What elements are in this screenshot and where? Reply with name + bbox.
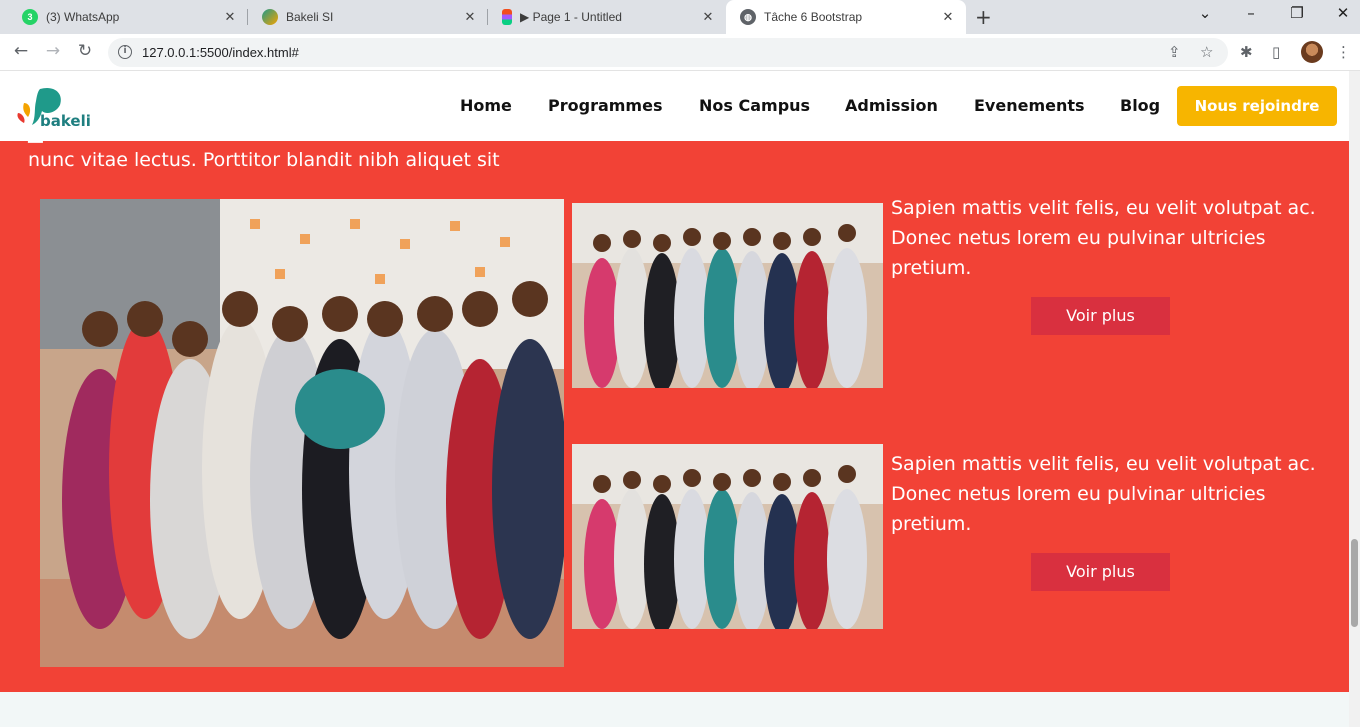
tab-whatsapp[interactable]: 3 (3) WhatsApp ✕ bbox=[8, 0, 248, 34]
tab-title: Bakeli SI bbox=[286, 10, 334, 24]
group-photo-small-1 bbox=[572, 203, 883, 388]
whatsapp-icon: 3 bbox=[22, 9, 38, 25]
nav-nos-campus[interactable]: Nos Campus bbox=[699, 96, 810, 115]
side-panel-icon[interactable]: ▯ bbox=[1272, 43, 1280, 61]
gallery-section: ▁ nunc vitae lectus. Porttitor blandit n… bbox=[0, 141, 1349, 692]
tab-title: (3) WhatsApp bbox=[46, 10, 120, 24]
forward-arrow-icon[interactable]: → bbox=[42, 41, 64, 61]
logo-text: bakeli bbox=[40, 112, 91, 130]
tab-title: Tâche 6 Bootstrap bbox=[764, 10, 863, 24]
page-scrollbar[interactable] bbox=[1349, 71, 1360, 727]
close-icon[interactable]: ✕ bbox=[700, 9, 716, 25]
tab-search-icon[interactable]: ⌄ bbox=[1182, 4, 1228, 22]
card-text-2: Sapien mattis velit felis, eu velit volu… bbox=[891, 453, 1316, 535]
group-photo-large bbox=[40, 199, 564, 667]
nav-home[interactable]: Home bbox=[460, 96, 512, 115]
reload-icon[interactable]: ↻ bbox=[74, 41, 96, 61]
voir-plus-button-1[interactable]: Voir plus bbox=[1031, 297, 1170, 335]
restore-button[interactable]: ❐ bbox=[1274, 4, 1320, 22]
lead-text-clipped: ▁ bbox=[28, 141, 43, 143]
share-icon[interactable]: ⇪ bbox=[1168, 43, 1181, 61]
close-icon[interactable]: ✕ bbox=[940, 9, 956, 25]
lead-text: nunc vitae lectus. Porttitor blandit nib… bbox=[28, 149, 500, 171]
nav-admission[interactable]: Admission bbox=[845, 96, 938, 115]
menu-kebab-icon[interactable]: ⋮ bbox=[1336, 43, 1351, 61]
url-text[interactable]: 127.0.0.1:5500/index.html# bbox=[142, 45, 299, 60]
nav-evenements[interactable]: Evenements bbox=[974, 96, 1085, 115]
globe-icon: ◍ bbox=[740, 9, 756, 25]
profile-avatar[interactable] bbox=[1301, 41, 1323, 63]
join-button[interactable]: Nous rejoindre bbox=[1177, 86, 1337, 126]
minimize-button[interactable]: – bbox=[1228, 4, 1274, 22]
group-photo-small-2 bbox=[572, 444, 883, 629]
site-info-icon[interactable]: i bbox=[118, 45, 132, 59]
voir-plus-button-2[interactable]: Voir plus bbox=[1031, 553, 1170, 591]
close-icon[interactable]: ✕ bbox=[222, 9, 238, 25]
tab-title: ▶ Page 1 - Untitled bbox=[520, 10, 622, 24]
site-navbar: bakeli Home Programmes Nos Campus Admiss… bbox=[0, 71, 1349, 141]
omnibox[interactable]: i 127.0.0.1:5500/index.html# ⇪ ☆ bbox=[108, 38, 1228, 67]
page-viewport: bakeli Home Programmes Nos Campus Admiss… bbox=[0, 71, 1360, 727]
address-toolbar: ← → ↻ i 127.0.0.1:5500/index.html# ⇪ ☆ ✱… bbox=[0, 34, 1360, 71]
new-tab-button[interactable]: + bbox=[975, 5, 992, 29]
tab-bakeli-si[interactable]: Bakeli SI ✕ bbox=[248, 0, 488, 34]
extensions-icon[interactable]: ✱ bbox=[1240, 43, 1253, 61]
scrollbar-thumb[interactable] bbox=[1351, 539, 1358, 627]
card-text-1: Sapien mattis velit felis, eu velit volu… bbox=[891, 197, 1316, 279]
nav-blog[interactable]: Blog bbox=[1120, 96, 1160, 115]
nav-programmes[interactable]: Programmes bbox=[548, 96, 662, 115]
tab-figma[interactable]: ▶ Page 1 - Untitled ✕ bbox=[488, 0, 726, 34]
browser-tab-bar: 3 (3) WhatsApp ✕ Bakeli SI ✕ ▶ Page 1 - … bbox=[0, 0, 1360, 34]
bookmark-star-icon[interactable]: ☆ bbox=[1200, 43, 1213, 61]
bakeli-icon bbox=[262, 9, 278, 25]
close-window-button[interactable]: ✕ bbox=[1320, 4, 1360, 22]
figma-icon bbox=[502, 9, 512, 25]
back-arrow-icon[interactable]: ← bbox=[10, 41, 32, 61]
close-icon[interactable]: ✕ bbox=[462, 9, 478, 25]
tab-bootstrap[interactable]: ◍ Tâche 6 Bootstrap ✕ bbox=[726, 0, 966, 34]
